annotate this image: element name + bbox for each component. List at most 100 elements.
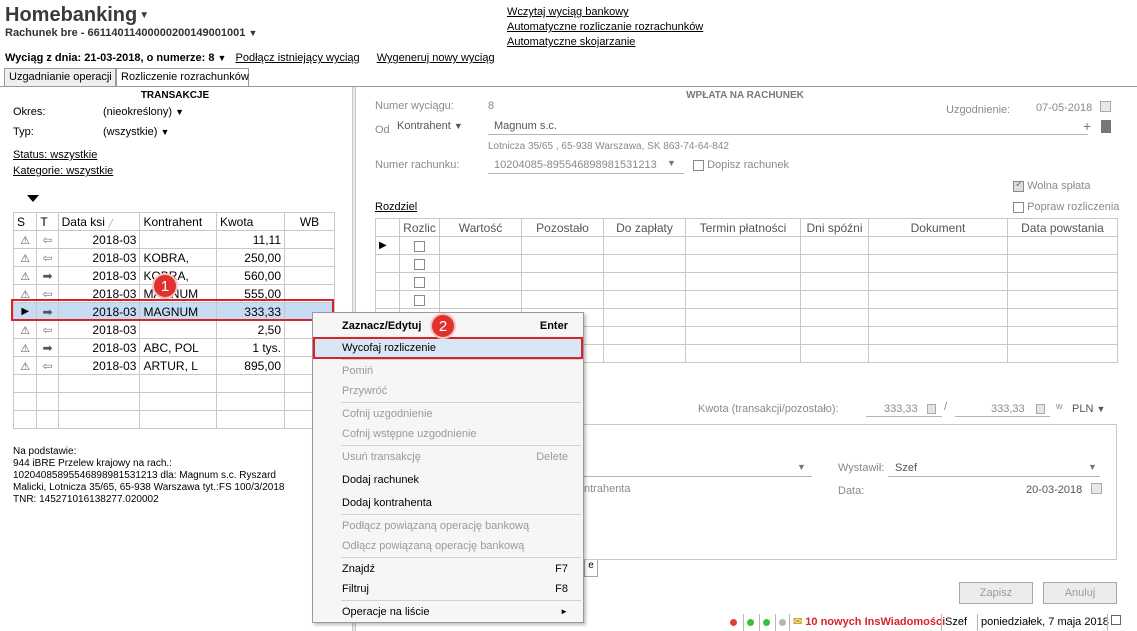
menu-item[interactable]: Podłącz powiązaną operację bankową [314, 516, 582, 536]
calendar-icon[interactable] [1091, 483, 1102, 494]
menu-item[interactable]: Filtruj F8 [314, 579, 582, 599]
empty-cell [399, 272, 440, 291]
checkbox[interactable] [693, 159, 704, 171]
chevron-down-icon[interactable]: ▼ [248, 28, 257, 38]
chevron-down-icon[interactable]: ▼ [139, 10, 149, 21]
contractor-name[interactable]: Magnum s.c. [494, 120, 557, 132]
free-payment-checkbox[interactable]: Wolna spłata [1013, 179, 1090, 192]
column-header[interactable]: S [12, 212, 38, 231]
add-account-checkbox[interactable]: Dopisz rachunek [693, 159, 789, 171]
column-header[interactable]: Pozostało [521, 218, 604, 237]
menu-item[interactable]: Pomiń [314, 361, 582, 381]
table-row[interactable]: ⚠ ⇦ 2018-03 KOBRA, 250,00 [12, 248, 335, 267]
save-button[interactable]: Zapisz [959, 582, 1033, 604]
checkbox[interactable] [414, 294, 425, 306]
trash-icon[interactable] [1101, 120, 1111, 133]
type-dropdown[interactable]: (wszystkie) ▼ [103, 126, 169, 138]
fix-settlements-label: Popraw rozliczenia [1027, 201, 1120, 213]
auto-settle-link[interactable]: Automatyczne rozliczanie rozrachunków [507, 20, 703, 35]
table-row[interactable] [12, 410, 335, 429]
checkbox[interactable] [1013, 201, 1024, 213]
column-header[interactable]: Data ksi ╱ [57, 212, 141, 231]
table-row[interactable] [12, 392, 335, 411]
chevron-down-icon[interactable]: ▼ [218, 53, 227, 63]
menu-item[interactable]: Znajdź F7 [314, 559, 582, 579]
table-row[interactable]: ⚠ ⇦ 2018-03 2,50 [12, 320, 335, 339]
remaining-value: 333,33 [991, 403, 1025, 415]
empty-cell [685, 326, 801, 345]
table-row[interactable]: ⚠ ⇦ 2018-03 ARTUR, L 895,00 [12, 356, 335, 375]
menu-item[interactable]: Wycofaj rozliczenie [313, 337, 583, 359]
status-filter-link[interactable]: Status: wszystkie [13, 149, 97, 161]
column-header[interactable]: WB [284, 212, 335, 231]
chevron-down-icon[interactable]: ▼ [454, 121, 463, 131]
menu-item[interactable]: Cofnij uzgodnienie [314, 404, 582, 424]
menu-item[interactable]: Cofnij wstępne uzgodnienie [314, 424, 582, 444]
table-row[interactable]: ▶ [375, 236, 1118, 255]
checkbox-checked[interactable] [1013, 179, 1024, 192]
menu-item[interactable]: Dodaj rachunek [314, 470, 582, 490]
column-header[interactable]: T [36, 212, 59, 231]
table-row[interactable] [375, 272, 1118, 291]
fix-settlements-checkbox[interactable]: Popraw rozliczenia [1013, 201, 1119, 213]
column-header[interactable]: Rozlic [399, 218, 440, 237]
checkbox[interactable] [414, 276, 425, 288]
cancel-button[interactable]: Anuluj [1043, 582, 1117, 604]
table-row[interactable] [375, 290, 1118, 309]
column-header[interactable]: Kwota [215, 212, 286, 231]
calculator-icon[interactable] [1036, 404, 1045, 414]
generate-statement-link[interactable]: Wygeneruj nowy wyciąg [377, 52, 495, 64]
tab-reconcile-operations[interactable]: Uzgadnianie operacji [4, 68, 116, 87]
period-dropdown[interactable]: (nieokreślony) ▼ [103, 106, 184, 118]
empty-cell [399, 236, 440, 255]
column-header[interactable]: Kontrahent [139, 212, 217, 231]
checkbox[interactable] [414, 240, 425, 252]
empty-cell [603, 308, 686, 327]
menu-item[interactable]: Dodaj kontrahenta [314, 493, 582, 513]
table-row[interactable] [375, 254, 1118, 273]
chevron-down-icon[interactable]: ▼ [1096, 404, 1105, 414]
column-header[interactable]: Termin płatności [685, 218, 801, 237]
app-title[interactable]: Homebanking ▼ [5, 4, 149, 27]
auto-match-link[interactable]: Automatyczne skojarzanie [507, 35, 703, 50]
split-link[interactable]: Rozdziel [375, 201, 417, 213]
account-selector[interactable]: Rachunek bre - 6611401140000020014900100… [5, 27, 257, 39]
column-header[interactable]: Do zapłaty [603, 218, 686, 237]
menu-item[interactable]: Przywróć [314, 381, 582, 401]
chevron-down-icon[interactable]: ▼ [667, 158, 676, 168]
menu-item[interactable]: Usuń transakcję Delete [314, 447, 582, 467]
attach-statement-link[interactable]: Podłącz istniejący wyciąg [236, 52, 360, 64]
load-statement-link[interactable]: Wczytaj wyciąg bankowy [507, 5, 703, 20]
table-row[interactable]: ⚠ ⇦ 2018-03 11,11 [12, 230, 335, 249]
detail-tab-fragment[interactable]: e [584, 560, 598, 577]
from-type-dropdown[interactable]: Kontrahent ▼ [397, 120, 463, 132]
chevron-down-icon[interactable]: ▼ [1088, 462, 1097, 472]
checkbox[interactable] [414, 258, 425, 270]
messages-notice[interactable]: ✉ 10 nowych InsWiadomości [789, 614, 945, 631]
chevron-down-icon[interactable]: ▼ [160, 127, 169, 137]
calendar-icon[interactable] [1100, 101, 1111, 112]
windows-icon[interactable] [1107, 614, 1127, 631]
column-header[interactable]: Dni spóźni [800, 218, 869, 237]
table-row[interactable]: ⚠ ➡ 2018-03 ABC, POL 1 tys. [12, 338, 335, 357]
column-header[interactable]: Wartość [439, 218, 522, 237]
tab-settlements[interactable]: Rozliczenie rozrachunków [116, 68, 249, 88]
column-header[interactable]: Dokument [868, 218, 1008, 237]
menu-item[interactable]: Operacje na liście ► [314, 602, 582, 622]
menu-item[interactable]: Odłącz powiązaną operację bankową [314, 536, 582, 556]
plus-icon[interactable]: + [1083, 118, 1091, 134]
category-filter-link[interactable]: Kategorie: wszystkie [13, 165, 113, 177]
currency-dropdown[interactable]: PLN ▼ [1072, 403, 1105, 415]
chevron-down-icon[interactable]: ▼ [797, 462, 806, 472]
empty-cell [685, 308, 801, 327]
column-header[interactable]: Data powstania [1007, 218, 1118, 237]
table-row[interactable] [12, 374, 335, 393]
empty-cell [800, 308, 869, 327]
date-value[interactable]: 20-03-2018 [1026, 484, 1082, 496]
issued-by-value[interactable]: Szef [895, 462, 917, 474]
chevron-down-icon[interactable]: ▼ [175, 107, 184, 117]
menu-item-label: Odłącz powiązaną operację bankową [342, 540, 525, 552]
calculator-icon[interactable] [927, 404, 936, 414]
account-number-value[interactable]: 10204085-895546898981531213 [494, 159, 657, 171]
triangle-down-icon[interactable] [27, 195, 39, 202]
